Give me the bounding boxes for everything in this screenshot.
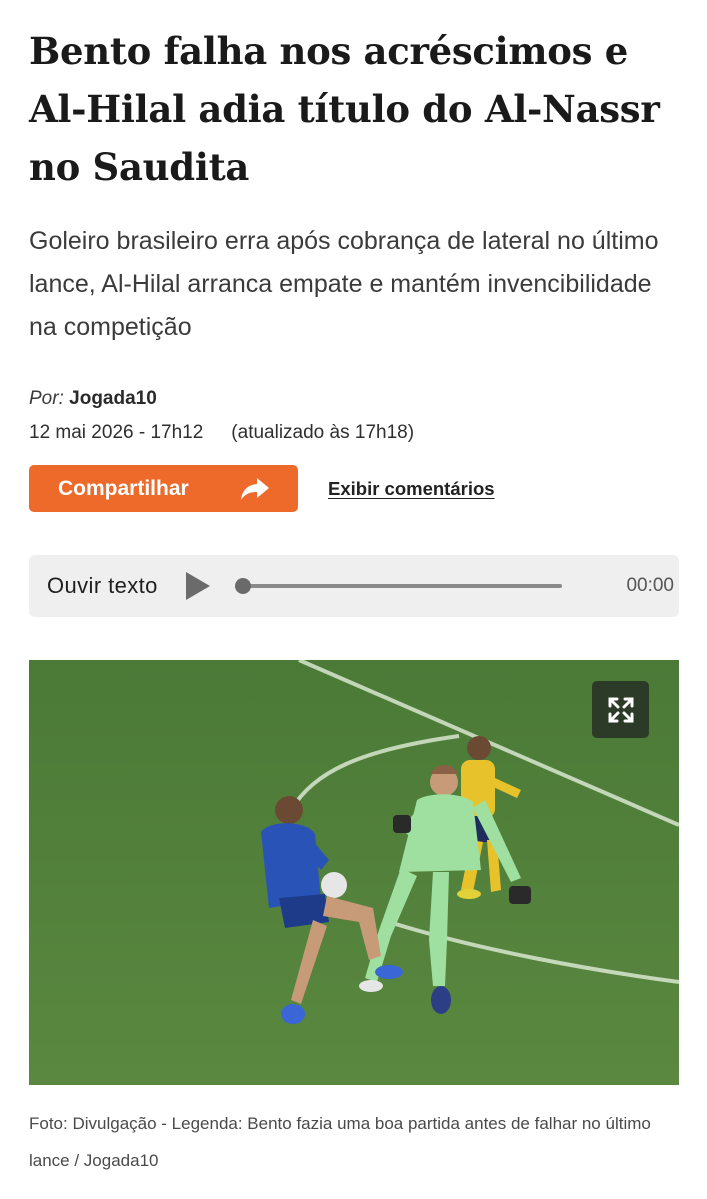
share-button[interactable]: Compartilhar (29, 465, 298, 512)
photo-caption: Foto: Divulgação - Legenda: Bento fazia … (29, 1114, 651, 1170)
share-button-label: Compartilhar (58, 476, 189, 500)
author-name[interactable]: Jogada10 (69, 388, 157, 409)
audio-time: 00:00 (626, 575, 674, 596)
audio-player: Ouvir texto 00:00 (29, 555, 679, 617)
byline-prefix: Por: (29, 388, 64, 409)
photo-image (29, 660, 679, 1085)
listen-text-label: Ouvir texto (47, 573, 158, 598)
show-comments-link[interactable]: Exibir comentários (328, 478, 495, 500)
byline: Por: Jogada10 (29, 385, 679, 413)
share-arrow-icon (241, 477, 269, 500)
article: Bento falha nos acréscimos e Al-Hilal ad… (29, 22, 679, 1179)
article-photo (29, 660, 679, 1085)
published-date: 12 mai 2026 - 17h12 (29, 422, 204, 443)
article-actions: Compartilhar Exibir comentários (29, 465, 679, 512)
subtitle: Goleiro brasileiro erra após cobrança de… (29, 227, 659, 341)
expand-photo-button[interactable] (592, 681, 649, 738)
headline: Bento falha nos acréscimos e Al-Hilal ad… (29, 29, 660, 189)
expand-icon (608, 697, 633, 722)
audio-progress-track[interactable] (234, 578, 562, 594)
audio-progress-knob[interactable] (234, 578, 251, 594)
updated-date: (atualizado às 17h18) (231, 422, 415, 443)
dateline: 12 mai 2026 - 17h12 (atualizado às 17h18) (29, 419, 679, 447)
play-icon[interactable] (184, 570, 212, 602)
